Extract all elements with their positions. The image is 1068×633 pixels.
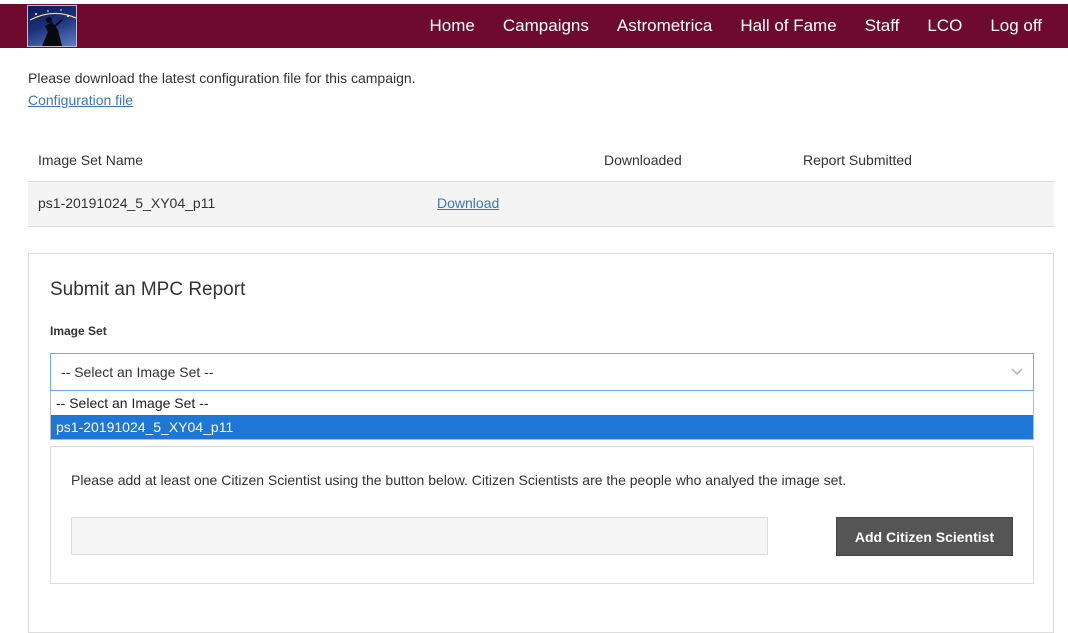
logo[interactable] [27, 5, 77, 47]
header-downloaded: Downloaded [604, 152, 682, 168]
nav-campaigns[interactable]: Campaigns [503, 16, 589, 36]
nav-hall-of-fame[interactable]: Hall of Fame [740, 16, 836, 36]
chevron-down-icon [1011, 368, 1023, 376]
image-set-label: Image Set [50, 324, 107, 338]
table-row: ps1-20191024_5_XY04_p11 Download [28, 182, 1054, 227]
nav-home[interactable]: Home [430, 16, 475, 36]
nav-links: Home Campaigns Astrometrica Hall of Fame… [402, 4, 1042, 48]
nav-astrometrica[interactable]: Astrometrica [617, 16, 712, 36]
nav-log-off[interactable]: Log off [990, 16, 1042, 36]
dropdown-option-image-set[interactable]: ps1-20191024_5_XY04_p11 [51, 415, 1033, 439]
intro-text: Please download the latest configuration… [28, 70, 416, 86]
nav-staff[interactable]: Staff [865, 16, 900, 36]
citizen-scientist-box: Please add at least one Citizen Scientis… [50, 446, 1034, 584]
astronomer-logo-icon [29, 9, 76, 46]
image-set-dropdown: -- Select an Image Set -- ps1-20191024_5… [50, 391, 1034, 440]
cell-image-set-name: ps1-20191024_5_XY04_p11 [38, 195, 216, 211]
select-value: -- Select an Image Set -- [61, 364, 214, 380]
navbar: Home Campaigns Astrometrica Hall of Fame… [0, 4, 1068, 48]
add-citizen-scientist-button[interactable]: Add Citizen Scientist [836, 517, 1013, 556]
dropdown-option-placeholder[interactable]: -- Select an Image Set -- [51, 391, 1033, 415]
header-report-submitted: Report Submitted [803, 152, 912, 168]
citizen-instructions: Please add at least one Citizen Scientis… [71, 472, 847, 488]
image-set-table: Image Set Name Downloaded Report Submitt… [28, 139, 1054, 227]
header-image-set-name: Image Set Name [38, 152, 144, 168]
table-header: Image Set Name Downloaded Report Submitt… [28, 139, 1054, 182]
configuration-file-link[interactable]: Configuration file [28, 92, 133, 108]
download-link[interactable]: Download [437, 195, 499, 211]
nav-lco[interactable]: LCO [927, 16, 962, 36]
image-set-select[interactable]: -- Select an Image Set -- [50, 353, 1034, 391]
mpc-report-panel: Submit an MPC Report Image Set -- Select… [28, 253, 1054, 633]
panel-title: Submit an MPC Report [50, 279, 246, 300]
citizen-scientist-input[interactable] [71, 517, 768, 555]
